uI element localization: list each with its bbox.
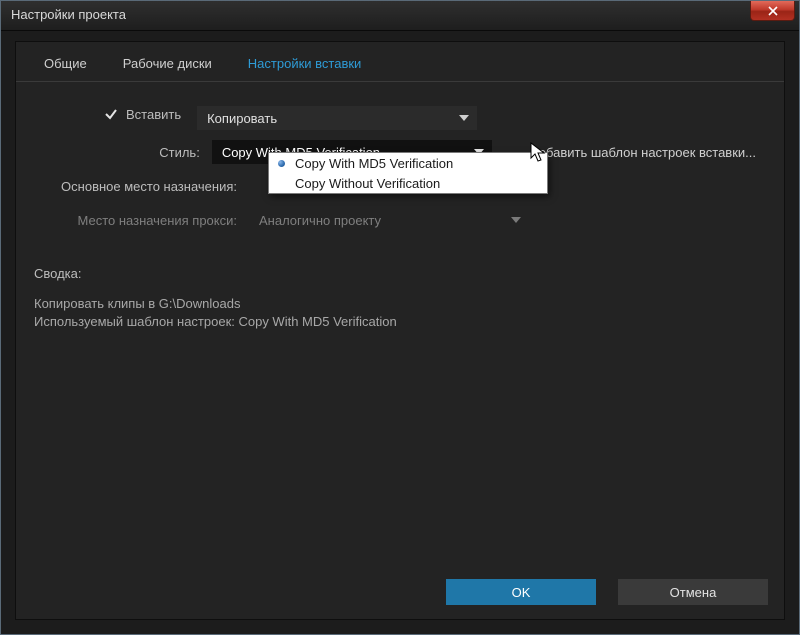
- chevron-down-icon: [511, 217, 521, 223]
- client-area: Общие Рабочие диски Настройки вставки Вс…: [15, 41, 785, 620]
- tabbar: Общие Рабочие диски Настройки вставки: [16, 42, 784, 82]
- primary-dest-label: Основное место назначения:: [44, 179, 249, 194]
- close-button[interactable]: [750, 1, 795, 21]
- row-ingest-enable: Вставить Копировать: [44, 106, 756, 130]
- dialog-footer: OK Отмена: [446, 579, 768, 605]
- style-dropdown-list: Copy With MD5 Verification Copy Without …: [268, 152, 548, 194]
- titlebar: Настройки проекта: [1, 1, 799, 31]
- row-proxy-destination: Место назначения прокси: Аналогично прое…: [44, 208, 756, 232]
- chevron-down-icon: [459, 115, 469, 121]
- checkmark-icon: [104, 107, 118, 121]
- tab-scratch-disks[interactable]: Рабочие диски: [105, 50, 230, 81]
- ingest-mode-value: Копировать: [207, 111, 277, 126]
- add-preset-link[interactable]: Добавить шаблон настроек вставки...: [530, 145, 756, 160]
- ok-button[interactable]: OK: [446, 579, 596, 605]
- close-icon: [768, 6, 778, 16]
- style-label: Стиль:: [44, 145, 212, 160]
- ingest-checkbox-label: Вставить: [126, 107, 181, 122]
- summary-line-2: Используемый шаблон настроек: Copy With …: [34, 313, 756, 331]
- style-option-noverify[interactable]: Copy Without Verification: [269, 173, 547, 193]
- cancel-button[interactable]: Отмена: [618, 579, 768, 605]
- summary-block: Сводка: Копировать клипы в G:\Downloads …: [16, 242, 784, 330]
- summary-title: Сводка:: [34, 266, 756, 281]
- ingest-mode-dropdown[interactable]: Копировать: [197, 106, 477, 130]
- window-title: Настройки проекта: [11, 7, 126, 22]
- summary-line-1: Копировать клипы в G:\Downloads: [34, 295, 756, 313]
- proxy-dest-value: Аналогично проекту: [259, 213, 381, 228]
- proxy-dest-dropdown[interactable]: Аналогично проекту: [249, 208, 529, 232]
- ingest-checkbox[interactable]: Вставить: [104, 107, 181, 122]
- proxy-dest-label: Место назначения прокси:: [44, 213, 249, 228]
- radio-selected-icon: [273, 160, 289, 167]
- project-settings-dialog: Настройки проекта Общие Рабочие диски На…: [0, 0, 800, 635]
- tab-general[interactable]: Общие: [26, 50, 105, 81]
- style-option-md5[interactable]: Copy With MD5 Verification: [269, 153, 547, 173]
- style-option-label: Copy With MD5 Verification: [295, 156, 453, 171]
- tab-ingest-settings[interactable]: Настройки вставки: [230, 50, 380, 81]
- style-option-label: Copy Without Verification: [295, 176, 440, 191]
